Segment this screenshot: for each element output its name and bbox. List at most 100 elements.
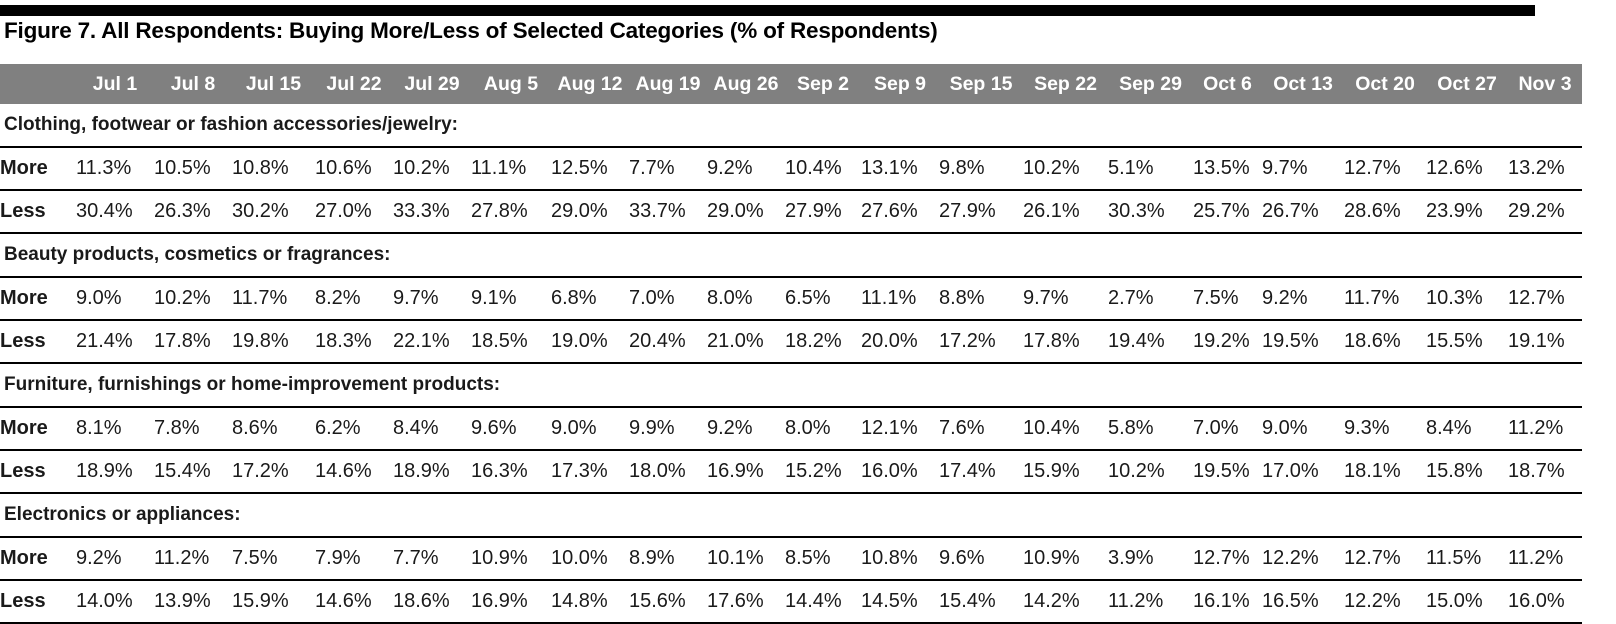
table-cell: 29.0% bbox=[551, 200, 608, 222]
table-cell: 12.7% bbox=[1193, 547, 1250, 569]
table-cell: 13.9% bbox=[154, 590, 211, 612]
column-header-sep-15: Sep 15 bbox=[949, 73, 1013, 95]
table-cell: 10.2% bbox=[154, 287, 211, 309]
table-cell: 9.3% bbox=[1344, 417, 1390, 439]
table-cell: 15.4% bbox=[154, 460, 211, 482]
table-cell: 12.7% bbox=[1344, 547, 1401, 569]
table-cell: 12.7% bbox=[1344, 157, 1401, 179]
table-cell: 28.6% bbox=[1344, 200, 1401, 222]
table-cell: 14.8% bbox=[551, 590, 608, 612]
table-cell: 33.3% bbox=[393, 200, 450, 222]
column-header-jul-22: Jul 22 bbox=[326, 73, 382, 95]
table-cell: 16.0% bbox=[1508, 590, 1565, 612]
column-header-sep-9: Sep 9 bbox=[873, 73, 927, 95]
table-cell: 7.6% bbox=[939, 417, 985, 439]
table-cell: 2.7% bbox=[1108, 287, 1154, 309]
table-cell: 19.2% bbox=[1193, 330, 1250, 352]
table-cell: 30.2% bbox=[232, 200, 289, 222]
section-header-row: Clothing, footwear or fashion accessorie… bbox=[0, 104, 1582, 147]
table-cell: 6.2% bbox=[315, 417, 361, 439]
table-cell: 12.2% bbox=[1344, 590, 1401, 612]
column-header-aug-5: Aug 5 bbox=[483, 73, 539, 95]
table-cell: 18.3% bbox=[315, 330, 372, 352]
table-cell: 26.3% bbox=[154, 200, 211, 222]
table-cell: 18.6% bbox=[1344, 330, 1401, 352]
table-cell: 17.3% bbox=[551, 460, 608, 482]
table-cell: 17.0% bbox=[1262, 460, 1319, 482]
table-cell: 11.7% bbox=[232, 287, 288, 309]
section-header-row: Electronics or appliances: bbox=[0, 493, 1582, 537]
table-cell: 8.1% bbox=[76, 417, 122, 439]
row-label: More bbox=[0, 157, 48, 179]
table-cell: 11.2% bbox=[1108, 590, 1164, 612]
table-cell: 8.0% bbox=[785, 417, 831, 439]
table-cell: 19.5% bbox=[1262, 330, 1319, 352]
top-divider-rule bbox=[0, 5, 1535, 16]
table-cell: 17.8% bbox=[154, 330, 211, 352]
table-cell: 14.0% bbox=[76, 590, 133, 612]
table-cell: 7.0% bbox=[629, 287, 675, 309]
table-cell: 27.8% bbox=[471, 200, 528, 222]
table-cell: 26.7% bbox=[1262, 200, 1319, 222]
table-row: Less 30.4% 26.3% 30.2% 27.0% 33.3% 27.8% 29.0% 3… bbox=[0, 190, 1582, 233]
table-cell: 18.1% bbox=[1344, 460, 1401, 482]
column-header-oct-27: Oct 27 bbox=[1437, 73, 1497, 95]
table-cell: 27.6% bbox=[861, 200, 918, 222]
table-cell: 15.5% bbox=[1426, 330, 1483, 352]
table-cell: 16.0% bbox=[861, 460, 918, 482]
table-cell: 29.0% bbox=[707, 200, 764, 222]
column-header-jul-8: Jul 8 bbox=[170, 73, 216, 95]
table-cell: 19.1% bbox=[1508, 330, 1565, 352]
table-cell: 8.5% bbox=[785, 547, 831, 569]
table-cell: 15.8% bbox=[1426, 460, 1483, 482]
table-cell: 8.2% bbox=[315, 287, 361, 309]
table-cell: 16.3% bbox=[471, 460, 528, 482]
table-row: Less 21.4% 17.8% 19.8% 18.3% 22.1% 18.5% 19.0% 2… bbox=[0, 320, 1582, 363]
table-cell: 15.9% bbox=[232, 590, 289, 612]
row-label: More bbox=[0, 417, 48, 439]
table-row: More 11.3% 10.5% 10.8% 10.6% 10.2% 11.1% 12.5% 7… bbox=[0, 147, 1582, 190]
table-cell: 18.9% bbox=[76, 460, 133, 482]
table-cell: 16.9% bbox=[471, 590, 528, 612]
table-cell: 10.4% bbox=[785, 157, 842, 179]
table-cell: 9.9% bbox=[629, 417, 675, 439]
table-cell: 27.9% bbox=[785, 200, 842, 222]
table-cell: 26.1% bbox=[1023, 200, 1080, 222]
table-cell: 7.7% bbox=[629, 157, 675, 179]
table-cell: 16.9% bbox=[707, 460, 764, 482]
table-cell: 7.9% bbox=[315, 547, 361, 569]
column-header-sep-29: Sep 29 bbox=[1119, 73, 1182, 95]
table-cell: 21.0% bbox=[707, 330, 764, 352]
data-table-container: Jul 1 Jul 8 Jul 15 Jul 22 Jul 29 Aug 5 Aug 12 A… bbox=[0, 64, 1582, 624]
table-cell: 14.5% bbox=[861, 590, 918, 612]
table-header: Jul 1 Jul 8 Jul 15 Jul 22 Jul 29 Aug 5 Aug 12 A… bbox=[0, 64, 1582, 104]
table-cell: 14.6% bbox=[315, 460, 372, 482]
table-body: Clothing, footwear or fashion accessorie… bbox=[0, 104, 1582, 623]
table-cell: 5.8% bbox=[1108, 417, 1154, 439]
table-cell: 25.7% bbox=[1193, 200, 1250, 222]
table-row: More 9.2% 11.2% 7.5% 7.9% 7.7% 10.9% 10.0% 8.9% 1… bbox=[0, 537, 1582, 580]
column-header-sep-22: Sep 22 bbox=[1034, 73, 1097, 95]
table-cell: 11.2% bbox=[1508, 547, 1564, 569]
table-cell: 10.9% bbox=[471, 547, 528, 569]
table-cell: 33.7% bbox=[629, 200, 686, 222]
table-cell: 8.4% bbox=[393, 417, 439, 439]
table-cell: 11.5% bbox=[1426, 547, 1482, 569]
table-cell: 10.9% bbox=[1023, 547, 1080, 569]
section-title: Furniture, furnishings or home-improveme… bbox=[4, 374, 501, 395]
section-title: Electronics or appliances: bbox=[4, 504, 241, 525]
table-cell: 19.0% bbox=[551, 330, 608, 352]
table-cell: 17.6% bbox=[707, 590, 764, 612]
table-row: More 8.1% 7.8% 8.6% 6.2% 8.4% 9.6% 9.0% 9.9% 9.2%… bbox=[0, 407, 1582, 450]
table-cell: 19.5% bbox=[1193, 460, 1250, 482]
table-cell: 20.0% bbox=[861, 330, 918, 352]
table-cell: 18.9% bbox=[393, 460, 450, 482]
table-cell: 9.2% bbox=[707, 417, 753, 439]
table-cell: 9.7% bbox=[1023, 287, 1069, 309]
table-row: More 9.0% 10.2% 11.7% 8.2% 9.7% 9.1% 6.8% 7.0% 8.… bbox=[0, 277, 1582, 320]
column-header-aug-19: Aug 19 bbox=[635, 73, 701, 95]
row-label: Less bbox=[0, 590, 46, 612]
table-cell: 19.8% bbox=[232, 330, 289, 352]
table-cell: 6.8% bbox=[551, 287, 597, 309]
table-cell: 10.6% bbox=[315, 157, 372, 179]
